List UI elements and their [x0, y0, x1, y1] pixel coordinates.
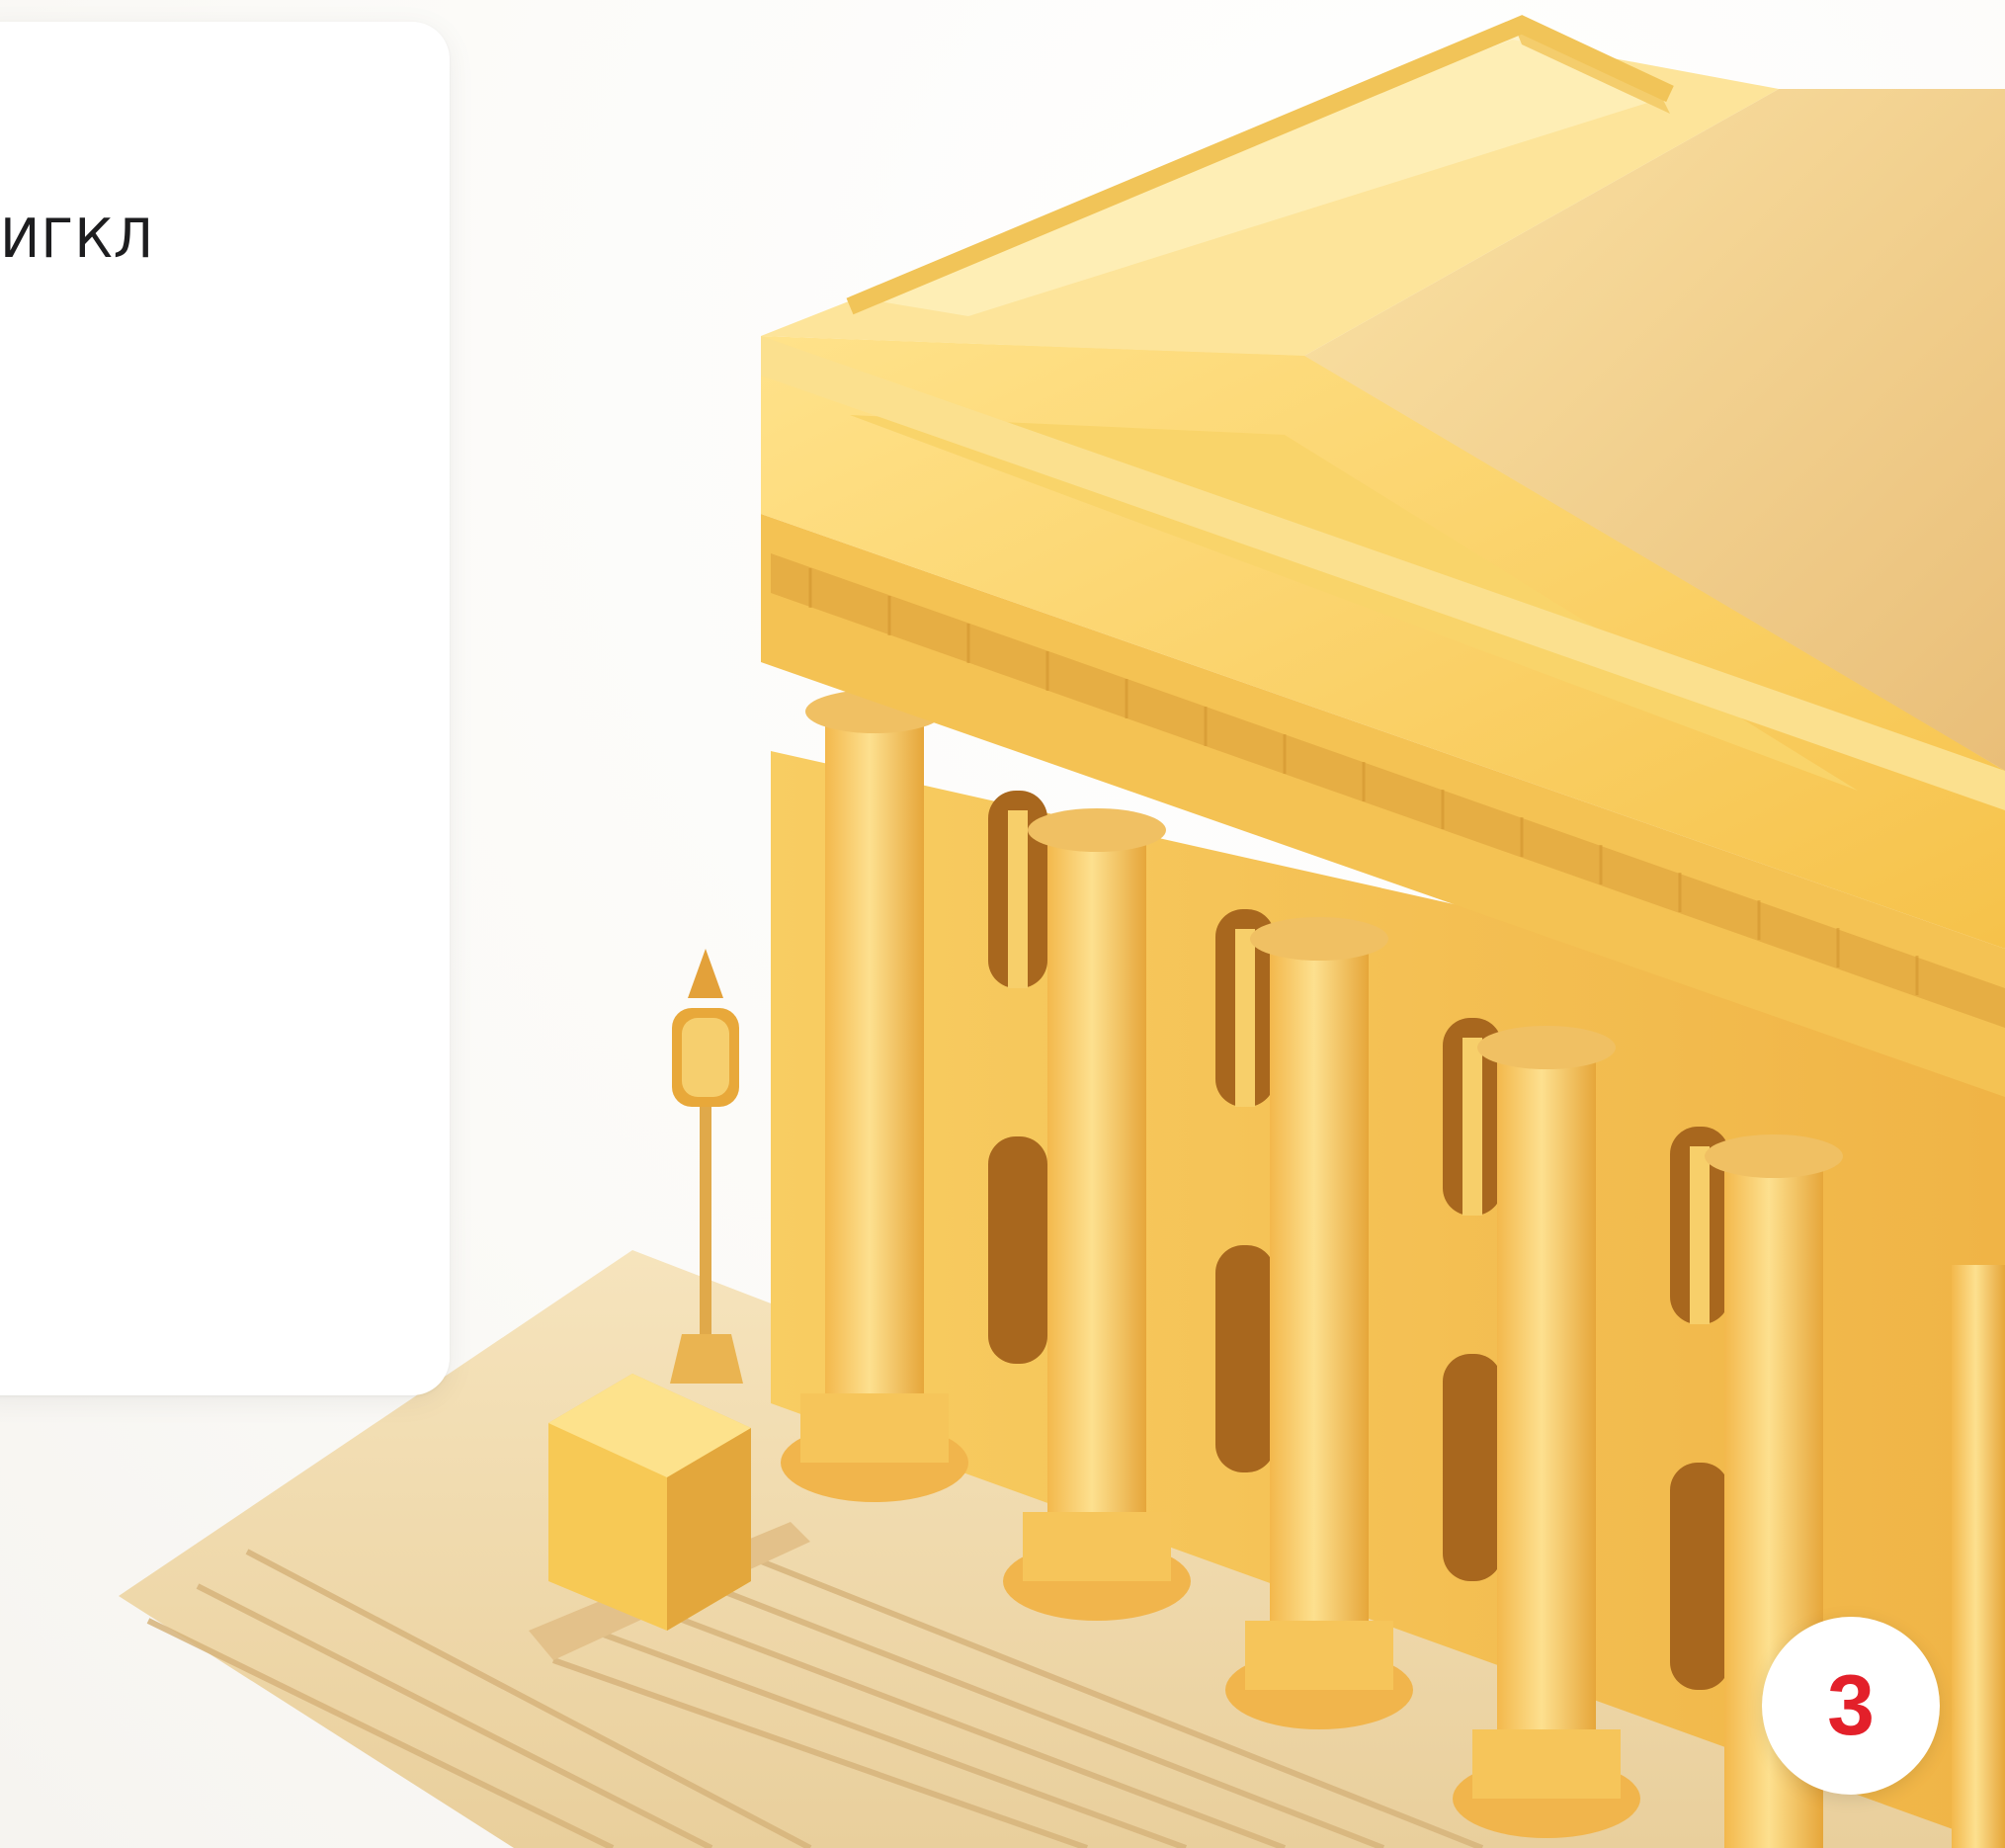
page-number-badge: 3: [1762, 1617, 1940, 1795]
page-number: 3: [1827, 1658, 1875, 1753]
slide: ИГКЛ 3: [0, 0, 2005, 1848]
card-title: ИГКЛ: [0, 208, 155, 270]
info-card: ИГКЛ: [0, 22, 450, 1395]
